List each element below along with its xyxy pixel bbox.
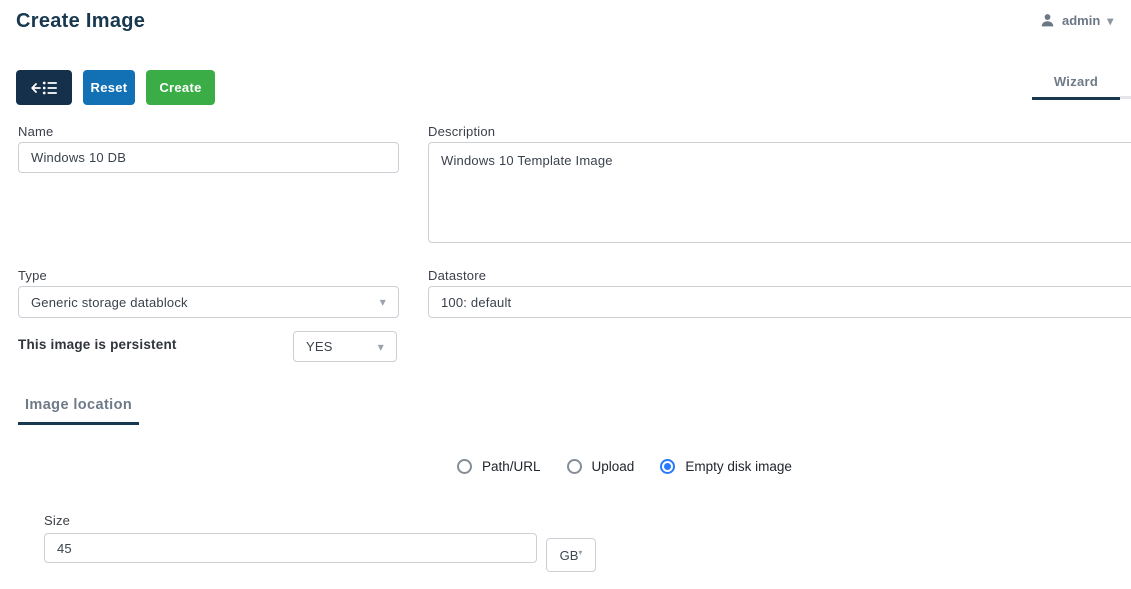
description-input[interactable]: Windows 10 Template Image xyxy=(428,142,1131,243)
chevron-down-icon: ▾ xyxy=(1107,13,1114,28)
radio-label: Empty disk image xyxy=(685,459,792,474)
datastore-select-value: 100: default xyxy=(441,294,512,310)
page-title: Create Image xyxy=(16,10,146,32)
size-unit-value: GB xyxy=(559,547,579,563)
size-label: Size xyxy=(44,513,71,528)
create-image-page: Create Image admin ▾ Reset Create Wizard… xyxy=(0,0,1131,589)
radio-label: Path/URL xyxy=(482,459,541,474)
chevron-down-icon: ▾ xyxy=(377,339,384,354)
radio-icon xyxy=(566,459,582,474)
datastore-select[interactable]: 100: default xyxy=(428,286,1131,318)
radio-option-upload[interactable]: Upload xyxy=(566,459,635,474)
radio-label: Upload xyxy=(591,459,635,474)
user-menu[interactable]: admin ▾ xyxy=(1040,13,1113,28)
type-label: Type xyxy=(18,268,47,283)
back-to-list-button[interactable] xyxy=(16,70,72,105)
type-select[interactable]: Generic storage datablock ▾ xyxy=(18,286,399,318)
create-button[interactable]: Create xyxy=(146,70,215,105)
size-unit-select[interactable]: GB ▾ xyxy=(546,538,596,572)
radio-option-path-url[interactable]: Path/URL xyxy=(457,459,541,474)
persistent-select-value: YES xyxy=(306,339,333,354)
chevron-down-icon: ▾ xyxy=(379,295,386,309)
radio-icon xyxy=(660,459,676,474)
user-name: admin xyxy=(1062,13,1101,28)
radio-icon xyxy=(457,459,472,474)
name-label: Name xyxy=(18,124,54,139)
size-input[interactable] xyxy=(44,533,537,563)
datastore-label: Datastore xyxy=(428,268,487,283)
tabbar-divider xyxy=(1120,96,1131,99)
chevron-down-icon: ▾ xyxy=(578,548,583,557)
user-icon xyxy=(1040,13,1055,28)
name-input[interactable] xyxy=(18,142,399,173)
image-location-radio-group: Path/URL Upload Empty disk image xyxy=(457,459,792,474)
back-to-list-icon xyxy=(30,80,58,96)
persistent-select[interactable]: YES ▾ xyxy=(293,331,397,362)
tab-wizard[interactable]: Wizard xyxy=(1032,74,1120,100)
radio-option-empty-disk-image[interactable]: Empty disk image xyxy=(660,459,792,474)
persistent-label: This image is persistent xyxy=(18,337,177,352)
type-select-value: Generic storage datablock xyxy=(31,294,188,310)
reset-button[interactable]: Reset xyxy=(83,70,135,105)
description-label: Description xyxy=(428,124,496,139)
tab-image-location[interactable]: Image location xyxy=(18,397,140,425)
